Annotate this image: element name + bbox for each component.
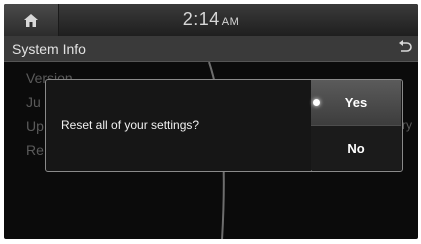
head-unit-screen: 2:14 AM System Info Version Ju Up Re ry R… [4, 4, 418, 239]
reset-confirm-dialog: Reset all of your settings? Yes No [45, 79, 403, 172]
list-item-fragment: ry [402, 118, 412, 132]
clock-ampm: AM [221, 16, 240, 28]
no-label: No [347, 140, 365, 156]
selection-indicator-icon [313, 99, 320, 106]
page-title: System Info [12, 41, 86, 57]
list-item[interactable]: Re [26, 142, 44, 158]
list-item[interactable]: Up [26, 118, 44, 134]
clock-time: 2:14 [182, 9, 220, 29]
back-arrow-icon[interactable] [398, 40, 412, 56]
status-bar: 2:14 AM [4, 4, 418, 36]
yes-label: Yes [344, 95, 368, 110]
clock: 2:14 AM [4, 9, 418, 30]
list-item[interactable]: Ju [26, 94, 41, 110]
yes-button[interactable]: Yes [311, 80, 401, 125]
title-bar: System Info [4, 36, 418, 62]
no-button[interactable]: No [311, 125, 401, 170]
dialog-message: Reset all of your settings? [61, 118, 200, 132]
